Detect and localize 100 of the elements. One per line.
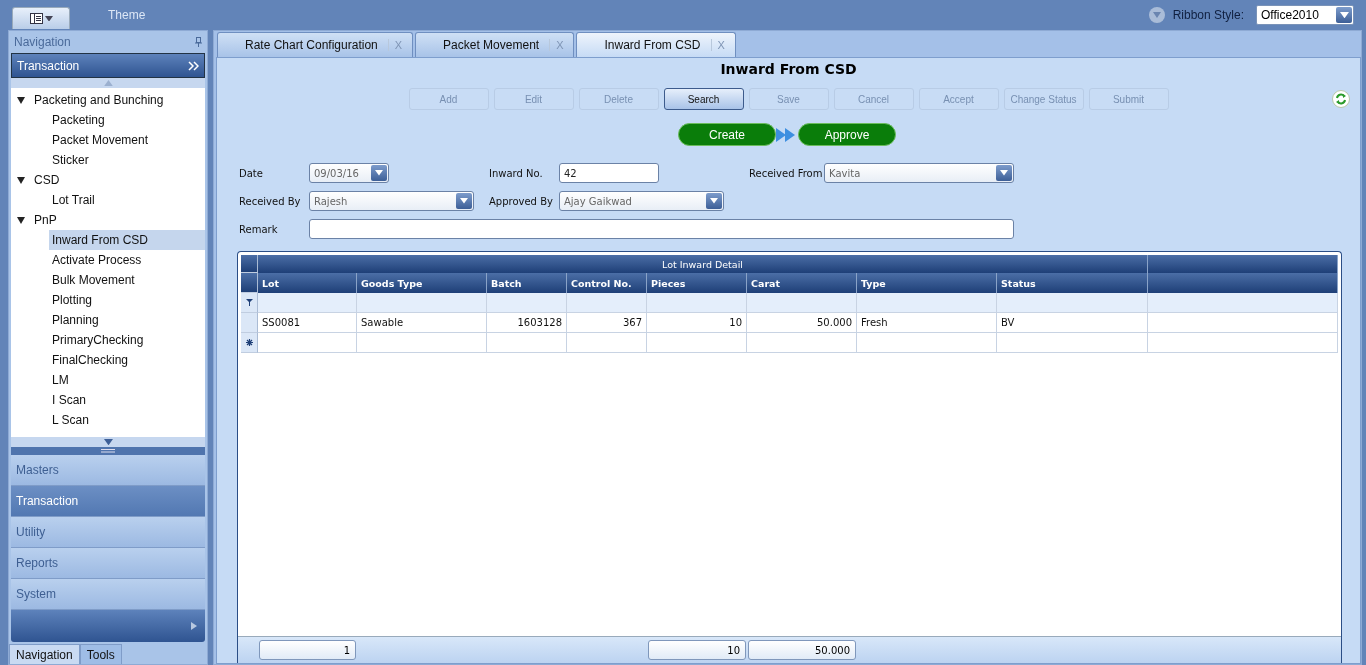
column-header[interactable]: Batch — [487, 273, 567, 293]
filter-cell[interactable] — [747, 293, 857, 313]
tree-item[interactable]: Inward From CSD — [49, 230, 205, 250]
field-label: Inward No. — [489, 167, 544, 179]
toolbar-button[interactable]: Search — [663, 88, 744, 110]
filter-icon[interactable] — [245, 299, 253, 306]
panel-tab[interactable]: Tools — [79, 644, 122, 664]
panel-icon — [29, 13, 43, 24]
summary-field: 50.000 — [748, 640, 856, 660]
table-cell: Fresh — [857, 313, 997, 333]
tree-item[interactable]: Bulk Movement — [49, 270, 205, 290]
tree-item[interactable]: Lot Trail — [49, 190, 205, 210]
table-cell[interactable] — [357, 333, 487, 353]
column-header[interactable]: Pieces — [647, 273, 747, 293]
workflow-step: Create — [678, 123, 776, 146]
tree-item[interactable]: Packeting — [49, 110, 205, 130]
filter-cell[interactable] — [647, 293, 747, 313]
column-header[interactable]: Control No. — [567, 273, 647, 293]
tree-item[interactable]: Activate Process — [49, 250, 205, 270]
nav-section[interactable]: Reports — [11, 548, 205, 579]
grid-corner — [241, 255, 258, 273]
caret-icon — [1339, 11, 1349, 19]
document-tab[interactable]: Rate Chart Configuration X — [217, 32, 414, 57]
document-tab[interactable]: Inward From CSD X — [576, 32, 736, 57]
table-cell[interactable] — [487, 333, 567, 353]
tree-item[interactable]: Plotting — [49, 290, 205, 310]
input-field[interactable] — [309, 219, 1014, 239]
tree-item[interactable]: Packet Movement — [49, 130, 205, 150]
field-label: Approved By — [489, 195, 554, 207]
column-header[interactable]: Carat — [747, 273, 857, 293]
table-cell: Sawable — [357, 313, 487, 333]
caret-icon — [710, 198, 718, 204]
tree-item[interactable]: FinalChecking — [49, 350, 205, 370]
overflow-bar[interactable] — [11, 610, 205, 642]
tree-item[interactable]: PrimaryChecking — [49, 330, 205, 350]
new-row-icon — [245, 339, 253, 346]
nav-section[interactable]: System — [11, 579, 205, 610]
arrow-right-icon — [191, 622, 197, 630]
filter-cell[interactable] — [258, 293, 357, 313]
table-cell[interactable] — [258, 333, 357, 353]
field-label: Date — [239, 167, 264, 179]
table-cell: 50.000 — [747, 313, 857, 333]
chevrons-icon — [188, 60, 199, 71]
ribbon-style-select[interactable]: Office2010 — [1256, 5, 1354, 25]
nav-section[interactable]: Utility — [11, 517, 205, 548]
form-title: Inward From CSD — [719, 61, 858, 79]
table-cell[interactable] — [647, 333, 747, 353]
refresh-icon[interactable] — [1332, 90, 1350, 108]
tree-item[interactable]: CSD — [11, 170, 205, 190]
table-cell: 10 — [647, 313, 747, 333]
filter-cell[interactable] — [567, 293, 647, 313]
nav-section[interactable]: Transaction — [11, 486, 205, 517]
tree-item[interactable]: I Scan — [49, 390, 205, 410]
panel-tab[interactable]: Navigation — [9, 644, 80, 664]
summary-field: 1 — [259, 640, 356, 660]
column-header[interactable]: Type — [857, 273, 997, 293]
tree-item[interactable]: Planning — [49, 310, 205, 330]
field-label: Remark — [239, 223, 279, 235]
column-header[interactable]: Goods Type — [357, 273, 487, 293]
dropdown-field[interactable]: Ajay Gaikwad — [559, 191, 724, 211]
date-field[interactable]: 09/03/16 — [309, 163, 389, 183]
tree-item[interactable]: Sticker — [49, 150, 205, 170]
caret-icon — [375, 170, 383, 176]
table-cell[interactable] — [997, 333, 1148, 353]
table-cell[interactable] — [567, 333, 647, 353]
caret-icon — [1000, 170, 1008, 176]
tree-item[interactable]: L Scan — [49, 410, 205, 430]
filter-cell[interactable] — [487, 293, 567, 313]
row-header[interactable] — [241, 313, 258, 333]
pin-icon[interactable] — [195, 37, 202, 47]
table-cell: BV — [997, 313, 1148, 333]
ribbon-style-label: Ribbon Style: — [1172, 8, 1244, 22]
caret-icon — [460, 198, 468, 204]
filter-cell[interactable] — [357, 293, 487, 313]
filter-cell[interactable] — [997, 293, 1148, 313]
group-header[interactable]: Transaction — [11, 53, 205, 78]
field-label: Received From — [749, 167, 824, 179]
tree-item[interactable]: Packeting and Bunching — [11, 90, 205, 110]
table-cell[interactable] — [857, 333, 997, 353]
nav-section[interactable]: Masters — [11, 455, 205, 486]
document-tab[interactable]: Packet Movement X — [415, 32, 575, 57]
grip-icon[interactable] — [101, 449, 115, 453]
table-cell[interactable] — [747, 333, 857, 353]
input-field[interactable]: 42 — [559, 163, 659, 183]
grid-title: Lot Inward Detail — [258, 255, 1148, 273]
table-cell: SS0081 — [258, 313, 357, 333]
table-cell: 367 — [567, 313, 647, 333]
filter-cell[interactable] — [857, 293, 997, 313]
panel-title: Navigation — [14, 35, 71, 49]
table-cell: 1603128 — [487, 313, 567, 333]
column-header[interactable]: Status — [997, 273, 1148, 293]
menu-button[interactable] — [12, 7, 70, 29]
tree-item[interactable]: PnP — [11, 210, 205, 230]
column-header[interactable]: Lot — [258, 273, 357, 293]
dropdown-field[interactable]: Rajesh — [309, 191, 474, 211]
collapse-icon[interactable] — [1148, 7, 1165, 23]
tree-item[interactable]: LM — [49, 370, 205, 390]
dropdown-field[interactable]: Kavita — [824, 163, 1014, 183]
field-label: Received By — [239, 195, 302, 207]
summary-field: 10 — [648, 640, 746, 660]
